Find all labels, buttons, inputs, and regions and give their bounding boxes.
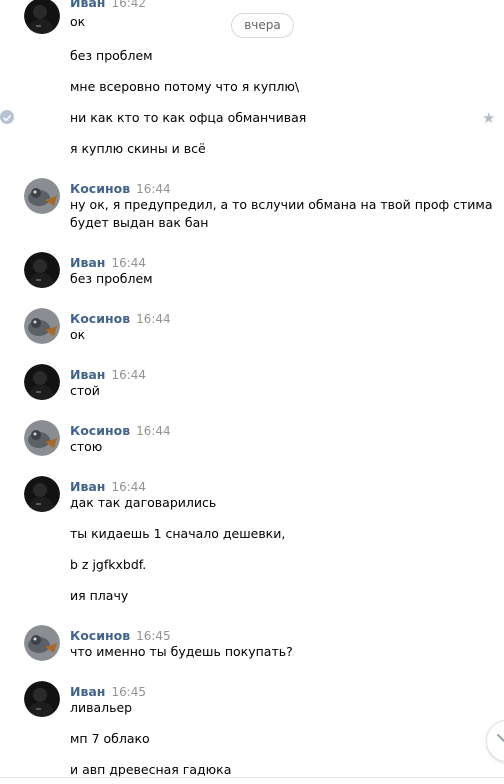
message-time[interactable]: 16:44: [136, 182, 171, 196]
message-time[interactable]: 16:42: [111, 0, 146, 10]
message-text: ок: [70, 327, 86, 342]
avatar[interactable]: [24, 625, 60, 661]
avatar[interactable]: [24, 364, 60, 400]
author-name[interactable]: Косинов: [70, 311, 130, 326]
message-header: Косинов 16:44: [70, 422, 171, 438]
message-text: b z jgfkxbdf.: [70, 557, 147, 572]
message-text: без проблем: [70, 48, 153, 63]
message-time[interactable]: 16:45: [136, 629, 171, 643]
message-text: мне всеровно потому что я куплю\: [70, 79, 300, 94]
star-icon[interactable]: ★: [482, 111, 495, 126]
selected-check-icon[interactable]: [0, 110, 14, 124]
message-text: стою: [70, 439, 103, 454]
author-name[interactable]: Косинов: [70, 423, 130, 438]
avatar[interactable]: [24, 420, 60, 456]
message-text: ну ок, я предупредил, а то вслучии обман…: [70, 197, 493, 212]
message-text: ок: [70, 14, 86, 29]
message-time[interactable]: 16:44: [136, 312, 171, 326]
author-name[interactable]: Косинов: [70, 181, 130, 196]
message-header: Косинов 16:44: [70, 310, 171, 326]
message-text: стой: [70, 383, 100, 398]
author-name[interactable]: Иван: [70, 479, 105, 494]
chat-history: Иван 16:42 ок без проблем мне всеровно по…: [0, 0, 504, 784]
message-header: Косинов 16:44: [70, 180, 171, 196]
chevron-down-icon: [497, 734, 504, 742]
avatar[interactable]: [24, 178, 60, 214]
author-name[interactable]: Иван: [70, 255, 105, 270]
author-name[interactable]: Косинов: [70, 628, 130, 643]
avatar[interactable]: [24, 681, 60, 717]
author-name[interactable]: Иван: [70, 684, 105, 699]
message-text: мп 7 облако: [70, 731, 150, 746]
message-time[interactable]: 16:44: [136, 424, 171, 438]
message-text: что именно ты будешь покупать?: [70, 644, 293, 659]
avatar[interactable]: [24, 252, 60, 288]
message-text: будет выдан вак бан: [70, 215, 209, 230]
avatar[interactable]: [24, 0, 60, 34]
scroll-down-button[interactable]: [486, 720, 504, 762]
message-time[interactable]: 16:44: [111, 480, 146, 494]
avatar[interactable]: [24, 308, 60, 344]
divider: [0, 777, 504, 778]
author-name[interactable]: Иван: [70, 0, 105, 10]
message-text: дак так даговарились: [70, 495, 217, 510]
message-text: ты кидаешь 1 сначало дешевки,: [70, 526, 286, 541]
message-time[interactable]: 16:45: [111, 685, 146, 699]
message-text: я куплю скины и всё: [70, 141, 206, 156]
message-header: Иван 16:42: [70, 0, 146, 10]
message-header: Иван 16:45: [70, 683, 146, 699]
message-text: без проблем: [70, 271, 153, 286]
message-text: ия плачу: [70, 588, 129, 603]
message-time[interactable]: 16:44: [111, 368, 146, 382]
message-header: Иван 16:44: [70, 366, 146, 382]
message-header: Иван 16:44: [70, 478, 146, 494]
message-text: ливальер: [70, 700, 133, 715]
message-header: Иван 16:44: [70, 254, 146, 270]
author-name[interactable]: Иван: [70, 367, 105, 382]
date-divider[interactable]: вчера: [231, 13, 294, 38]
message-text: ни как кто то как офца обманчивая: [70, 110, 307, 125]
avatar[interactable]: [24, 476, 60, 512]
message-header: Косинов 16:45: [70, 627, 171, 643]
message-time[interactable]: 16:44: [111, 256, 146, 270]
